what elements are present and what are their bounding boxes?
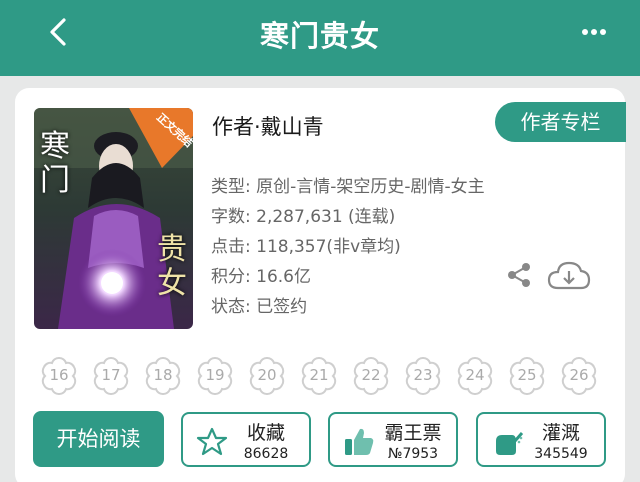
star-icon	[196, 427, 228, 456]
flower-badge: 19	[193, 354, 237, 398]
flower-badge: 25	[505, 354, 549, 398]
flower-rating-row: 16 17 18 19 20 21 22 23 24 25 26	[37, 354, 607, 398]
flower-badge: 24	[453, 354, 497, 398]
start-reading-button[interactable]: 开始阅读	[33, 411, 164, 467]
flower-badge: 20	[245, 354, 289, 398]
book-cover[interactable]: 正文完结 寒门 贵女	[34, 108, 193, 329]
info-genre: 类型: 原创-言情-架空历史-剧情-女主	[211, 177, 485, 197]
flower-badge: 21	[297, 354, 341, 398]
water-button[interactable]: 灌溉 345549	[476, 412, 606, 467]
flower-badge: 23	[401, 354, 445, 398]
thumbs-up-icon	[345, 428, 374, 455]
vote-count: №7953	[387, 446, 439, 462]
top-bar: 寒门贵女	[0, 0, 640, 76]
flower-badge: 16	[37, 354, 81, 398]
cloud-download-icon	[547, 261, 591, 290]
collect-count: 86628	[243, 446, 289, 462]
vote-button[interactable]: 霸王票 №7953	[328, 412, 458, 467]
flower-badge: 17	[89, 354, 133, 398]
info-clicks: 点击: 118,357(非v章均)	[211, 237, 401, 257]
download-button[interactable]	[546, 258, 592, 292]
water-count: 345549	[534, 446, 588, 462]
cover-title-bottom: 贵女	[157, 232, 187, 301]
flower-badge: 26	[557, 354, 601, 398]
cover-title-top: 寒门	[40, 129, 70, 198]
info-points: 积分: 16.6亿	[211, 267, 311, 287]
author-column-button[interactable]: 作者专栏	[495, 102, 626, 142]
info-word-count: 字数: 2,287,631 (连载)	[211, 207, 396, 227]
share-icon	[508, 263, 530, 287]
vote-label: 霸王票	[384, 422, 442, 444]
page-title: 寒门贵女	[259, 19, 380, 53]
author-name[interactable]: 作者·戴山青	[212, 111, 324, 141]
flower-badge: 22	[349, 354, 393, 398]
book-card: 正文完结 寒门 贵女 作者·戴山青 作者专栏 类型: 原创-言情-架空历史-剧情…	[15, 88, 626, 482]
more-dots-icon	[582, 29, 606, 35]
info-status: 状态: 已签约	[211, 297, 308, 317]
watering-can-icon	[496, 432, 524, 455]
flower-badge: 18	[141, 354, 185, 398]
more-button[interactable]	[578, 16, 610, 48]
collect-label: 收藏	[246, 422, 285, 444]
water-label: 灌溉	[541, 422, 580, 444]
share-button[interactable]	[505, 261, 533, 289]
collect-button[interactable]: 收藏 86628	[181, 412, 311, 467]
